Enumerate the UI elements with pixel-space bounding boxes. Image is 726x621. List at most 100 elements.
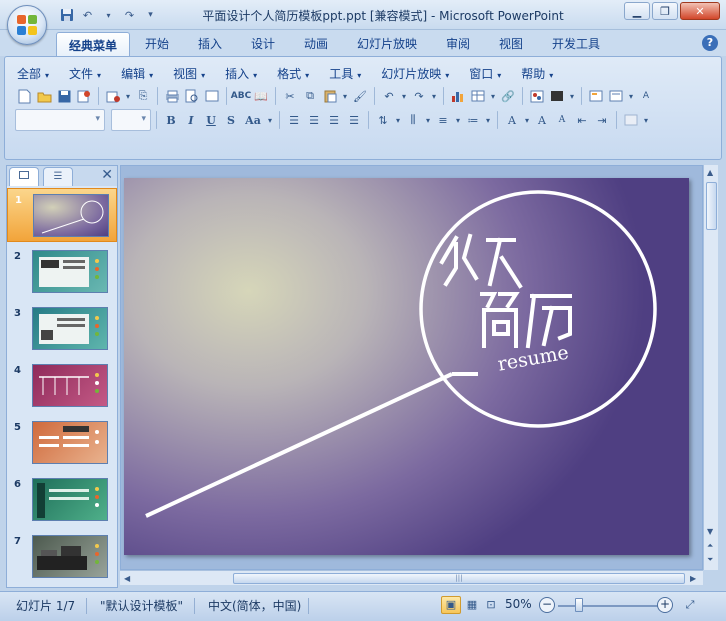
slide-thumb-1[interactable]: 1 xyxy=(7,188,117,242)
tab-view[interactable]: 视图 xyxy=(499,35,523,52)
print-icon[interactable] xyxy=(163,87,181,105)
format-painter-icon[interactable]: 🖌 xyxy=(351,87,369,105)
grow-font-icon[interactable]: A xyxy=(533,111,551,129)
font-name-combo[interactable] xyxy=(15,109,105,131)
chevron-down-icon[interactable]: ▾ xyxy=(400,87,408,105)
menu-window[interactable]: 窗口 ▾ xyxy=(469,65,501,82)
scroll-left-icon[interactable]: ◀ xyxy=(124,574,130,583)
slide-thumb-2[interactable]: 2 xyxy=(7,245,117,299)
chevron-down-icon[interactable]: ▾ xyxy=(124,87,132,105)
tab-animations[interactable]: 动画 xyxy=(304,35,328,52)
minimize-button[interactable]: ▁ xyxy=(624,2,650,20)
chevron-down-icon[interactable]: ▾ xyxy=(489,87,497,105)
restore-button[interactable]: ❐ xyxy=(652,2,678,20)
zoom-out-button[interactable]: − xyxy=(539,597,555,613)
chevron-down-icon[interactable]: ▾ xyxy=(424,111,432,129)
paste-icon[interactable] xyxy=(321,87,339,105)
attach-icon[interactable]: ⎘ xyxy=(134,87,152,105)
align-right-icon[interactable]: ☰ xyxy=(325,111,343,129)
tab-insert[interactable]: 插入 xyxy=(198,35,222,52)
chevron-down-icon[interactable]: ▾ xyxy=(642,111,650,129)
color-grayscale-icon[interactable] xyxy=(528,87,546,105)
menu-all[interactable]: 全部 ▾ xyxy=(17,65,49,82)
office-button[interactable] xyxy=(7,5,47,45)
menu-view[interactable]: 视图 ▾ xyxy=(173,65,205,82)
close-pane-icon[interactable]: ✕ xyxy=(101,167,113,183)
increase-indent-icon[interactable]: ⇥ xyxy=(593,111,611,129)
tab-developer[interactable]: 开发工具 xyxy=(552,35,600,52)
font-size-combo[interactable] xyxy=(111,109,151,131)
chevron-down-icon[interactable]: ▾ xyxy=(430,87,438,105)
close-button[interactable]: ✕ xyxy=(680,2,720,20)
shadow-button[interactable]: S xyxy=(222,111,240,129)
email-icon[interactable] xyxy=(104,87,122,105)
zoom-in-button[interactable]: + xyxy=(657,597,673,613)
menu-format[interactable]: 格式 ▾ xyxy=(277,65,309,82)
tab-home[interactable]: 开始 xyxy=(145,35,169,52)
tab-design[interactable]: 设计 xyxy=(251,35,275,52)
menu-tools[interactable]: 工具 ▾ xyxy=(329,65,361,82)
chevron-down-icon[interactable]: ▾ xyxy=(394,111,402,129)
redo-icon[interactable]: ↷ xyxy=(410,87,428,105)
previous-slide-icon[interactable]: ⏶ xyxy=(707,541,713,551)
new-slide-icon[interactable] xyxy=(587,87,605,105)
scroll-right-icon[interactable]: ▶ xyxy=(690,574,696,583)
save-icon[interactable] xyxy=(55,87,73,105)
theme-name[interactable]: "默认设计模板" xyxy=(100,597,183,614)
decrease-indent-icon[interactable]: ⇤ xyxy=(573,111,591,129)
columns-icon[interactable]: ⫼ xyxy=(404,111,422,129)
vertical-scrollbar[interactable]: ▲ ▼ ⏶ ⏷ xyxy=(703,165,718,570)
font-color-icon[interactable]: A xyxy=(503,111,521,129)
chevron-down-icon[interactable]: ▾ xyxy=(454,111,462,129)
align-center-icon[interactable]: ☰ xyxy=(305,111,323,129)
shrink-font-icon[interactable]: A xyxy=(553,111,571,129)
zoom-level[interactable]: 50% xyxy=(505,597,532,611)
horizontal-scrollbar[interactable]: ◀ ||| ▶ xyxy=(120,570,703,585)
numbering-icon[interactable]: ≡ xyxy=(434,111,452,129)
chevron-down-icon[interactable]: ▾ xyxy=(266,111,274,129)
vertical-scroll-thumb[interactable] xyxy=(706,182,717,230)
slideshow-view-button[interactable]: ⊡ xyxy=(481,596,501,614)
help-icon[interactable]: ? xyxy=(702,35,718,51)
scroll-down-icon[interactable]: ▼ xyxy=(707,527,713,536)
permission-icon[interactable] xyxy=(75,87,93,105)
hyperlink-icon[interactable]: 🔗 xyxy=(499,87,517,105)
tab-slideshow[interactable]: 幻灯片放映 xyxy=(357,35,417,52)
tab-classic-menu[interactable]: 经典菜单 xyxy=(56,32,131,57)
justify-icon[interactable]: ☰ xyxy=(345,111,363,129)
menu-slideshow[interactable]: 幻灯片放映 ▾ xyxy=(381,65,449,82)
underline-button[interactable]: U xyxy=(202,111,220,129)
next-slide-icon[interactable]: ⏷ xyxy=(707,555,713,565)
italic-button[interactable]: I xyxy=(182,111,200,129)
chevron-down-icon[interactable]: ▾ xyxy=(484,111,492,129)
tab-review[interactable]: 审阅 xyxy=(446,35,470,52)
change-case-button[interactable]: Aa xyxy=(242,111,264,129)
tab-outline[interactable]: ☰ xyxy=(43,167,73,186)
zoom-slider-handle[interactable] xyxy=(575,598,583,612)
chevron-down-icon[interactable]: ▾ xyxy=(341,87,349,105)
normal-view-button[interactable]: ▣ xyxy=(441,596,461,614)
bullets-icon[interactable]: ≔ xyxy=(464,111,482,129)
undo-icon[interactable]: ↶ xyxy=(380,87,398,105)
slide-thumb-3[interactable]: 3 xyxy=(7,302,117,356)
slide-layout-icon[interactable] xyxy=(607,87,625,105)
chevron-down-icon[interactable]: ▾ xyxy=(568,87,576,105)
menu-edit[interactable]: 编辑 ▾ xyxy=(121,65,153,82)
font-size-icon[interactable]: A xyxy=(637,87,655,105)
chevron-down-icon[interactable]: ▾ xyxy=(523,111,531,129)
text-direction-icon[interactable]: ⇅ xyxy=(374,111,392,129)
bold-button[interactable]: B xyxy=(162,111,180,129)
menu-file[interactable]: 文件 ▾ xyxy=(69,65,101,82)
design-icon[interactable] xyxy=(622,111,640,129)
cut-icon[interactable]: ✂ xyxy=(281,87,299,105)
grayscale-icon[interactable] xyxy=(548,87,566,105)
slide-sorter-button[interactable]: ▦ xyxy=(462,596,482,614)
print-preview-icon[interactable] xyxy=(183,87,201,105)
menu-insert[interactable]: 插入 ▾ xyxy=(225,65,257,82)
slide-view-icon[interactable] xyxy=(203,87,221,105)
table-icon[interactable] xyxy=(469,87,487,105)
slide-thumb-7[interactable]: 7 xyxy=(7,530,117,584)
language-indicator[interactable]: 中文(简体，中国) xyxy=(208,597,301,614)
horizontal-scroll-thumb[interactable]: ||| xyxy=(233,573,685,584)
scroll-up-icon[interactable]: ▲ xyxy=(707,168,713,177)
